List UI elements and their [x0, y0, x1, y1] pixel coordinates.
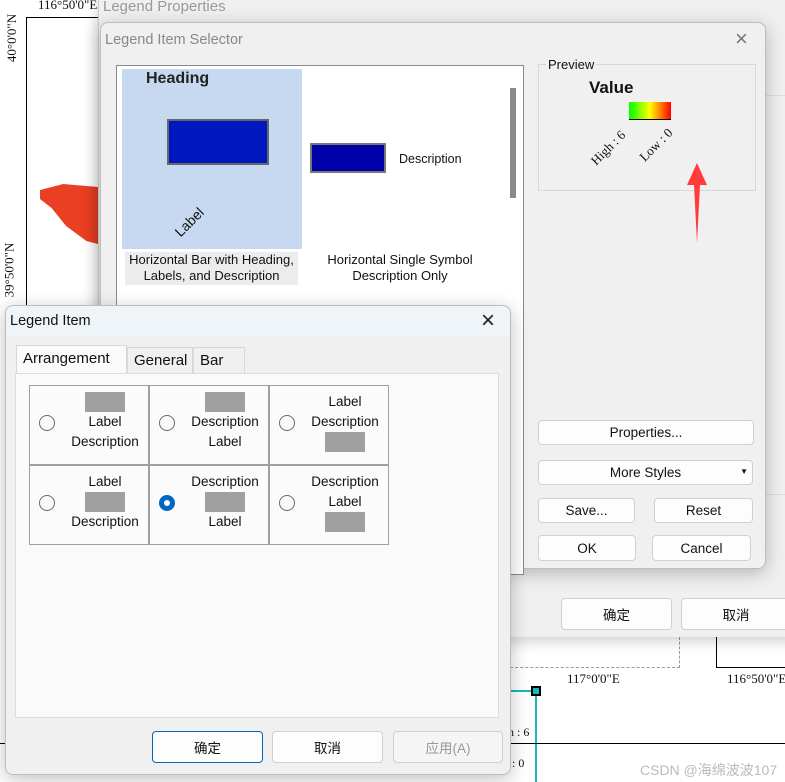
map-bottom-lon2: 116°50'0"E	[727, 671, 785, 686]
arrangement-radio[interactable]	[39, 495, 55, 511]
arrangement-option[interactable]: Label Description	[29, 385, 149, 465]
legend-item-title: Legend Item	[10, 313, 91, 329]
arrangement-radio[interactable]	[39, 415, 55, 431]
preview-title: Value	[589, 78, 634, 97]
dropdown-arrow-icon: ▼	[740, 467, 748, 476]
arrangement-text: Label	[208, 514, 242, 529]
arrangement-radio[interactable]	[279, 495, 295, 511]
more-styles-button[interactable]: More Styles ▼	[538, 460, 753, 485]
legend-properties-cancel-button[interactable]: 取消	[681, 598, 785, 630]
preview-gradient-bar	[629, 102, 671, 120]
item-label: Label	[171, 204, 207, 240]
arrangement-text: Description	[311, 414, 379, 429]
watermark: CSDN @海绵波波107	[640, 762, 778, 778]
selector-title: Legend Item Selector	[105, 32, 243, 48]
arrangement-text: Description	[191, 414, 259, 429]
map-lat-top-label: 40°0'0"N	[4, 13, 20, 63]
cancel-button[interactable]: Cancel	[652, 535, 751, 561]
legend-item-ok-button[interactable]: 确定	[152, 731, 263, 763]
arrangement-preview: Description Label	[310, 472, 380, 532]
symbol-patch	[325, 432, 365, 452]
symbol-patch	[325, 512, 365, 532]
item-caption-selected[interactable]: Horizontal Bar with Heading, Labels, and…	[125, 252, 298, 285]
arrangement-radio[interactable]	[159, 415, 175, 431]
arrangement-text: Label	[328, 394, 362, 409]
map-frame-right	[716, 637, 785, 668]
arrangement-radio[interactable]	[159, 495, 175, 511]
legend-properties-ok-button[interactable]: 确定	[561, 598, 672, 630]
arrangement-text: Description	[71, 514, 139, 529]
arrangement-option[interactable]: Label Description	[29, 465, 149, 545]
item-description: Description	[399, 152, 462, 166]
arrangement-text: Label	[328, 494, 362, 509]
symbol-patch	[205, 392, 245, 412]
map-legend-low: : 0	[512, 756, 525, 770]
style-item-horizontal-bar[interactable]: Heading Label	[122, 69, 302, 249]
arrangement-preview: Label Description	[70, 392, 140, 452]
arrangement-text: Label	[208, 434, 242, 449]
tab-general[interactable]: General	[127, 347, 193, 373]
selection-line	[535, 691, 537, 782]
legend-item-cancel-button[interactable]: 取消	[272, 731, 383, 763]
close-icon[interactable]: ×	[481, 307, 495, 335]
red-arrow-annotation	[685, 163, 709, 243]
arrangement-text: Label	[88, 414, 122, 429]
tab-arrangement[interactable]: Arrangement	[16, 345, 127, 373]
symbol-patch	[85, 492, 125, 512]
arrangement-preview: Description Label	[190, 472, 260, 532]
preview-group-label: Preview	[546, 57, 597, 72]
list-scrollbar[interactable]	[510, 88, 516, 198]
arrangement-option[interactable]: Label Description	[269, 385, 389, 465]
item-symbol-patch	[310, 143, 386, 173]
symbol-patch	[85, 392, 125, 412]
map-dashed-frame	[500, 637, 680, 668]
arrangement-preview: Label Description	[310, 392, 380, 452]
ok-button[interactable]: OK	[538, 535, 636, 561]
arrangement-option[interactable]: Description Label	[269, 465, 389, 545]
preview-low-label: Low : 0	[636, 125, 676, 165]
arrangement-text: Label	[88, 474, 122, 489]
arrangement-option[interactable]: Description Label	[149, 465, 269, 545]
more-styles-label: More Styles	[609, 465, 682, 480]
arrangement-radio[interactable]	[279, 415, 295, 431]
properties-button[interactable]: Properties...	[538, 420, 754, 445]
save-button[interactable]: Save...	[538, 498, 635, 523]
legend-properties-title: Legend Properties	[103, 0, 226, 15]
preview-group: Preview Value High : 6 Low : 0	[538, 57, 756, 191]
reset-button[interactable]: Reset	[654, 498, 753, 523]
map-lat-bottom-label: 39°50'0"N	[1, 242, 17, 298]
arrangement-preview: Description Label	[190, 392, 260, 452]
legend-item-apply-button[interactable]: 应用(A)	[393, 731, 503, 763]
item-heading: Heading	[146, 70, 210, 87]
tab-bar[interactable]: Bar	[193, 347, 245, 373]
arrangement-text: Description	[71, 434, 139, 449]
arrangement-option[interactable]: Description Label	[149, 385, 269, 465]
map-top-lon-label: 116°50'0"E	[38, 0, 98, 12]
map-legend-high: n : 6	[508, 725, 530, 739]
symbol-patch	[205, 492, 245, 512]
item-caption[interactable]: Horizontal Single Symbol Description Onl…	[315, 252, 485, 284]
preview-high-label: High : 6	[587, 127, 629, 169]
arrangement-text: Description	[191, 474, 259, 489]
close-icon[interactable]: ×	[735, 26, 748, 52]
selection-handle[interactable]	[531, 686, 541, 696]
map-bottom-lon1: 117°0'0"E	[567, 671, 620, 686]
arrangement-text: Description	[311, 474, 379, 489]
item-bar-patch	[167, 119, 269, 165]
arrangement-preview: Label Description	[70, 472, 140, 532]
